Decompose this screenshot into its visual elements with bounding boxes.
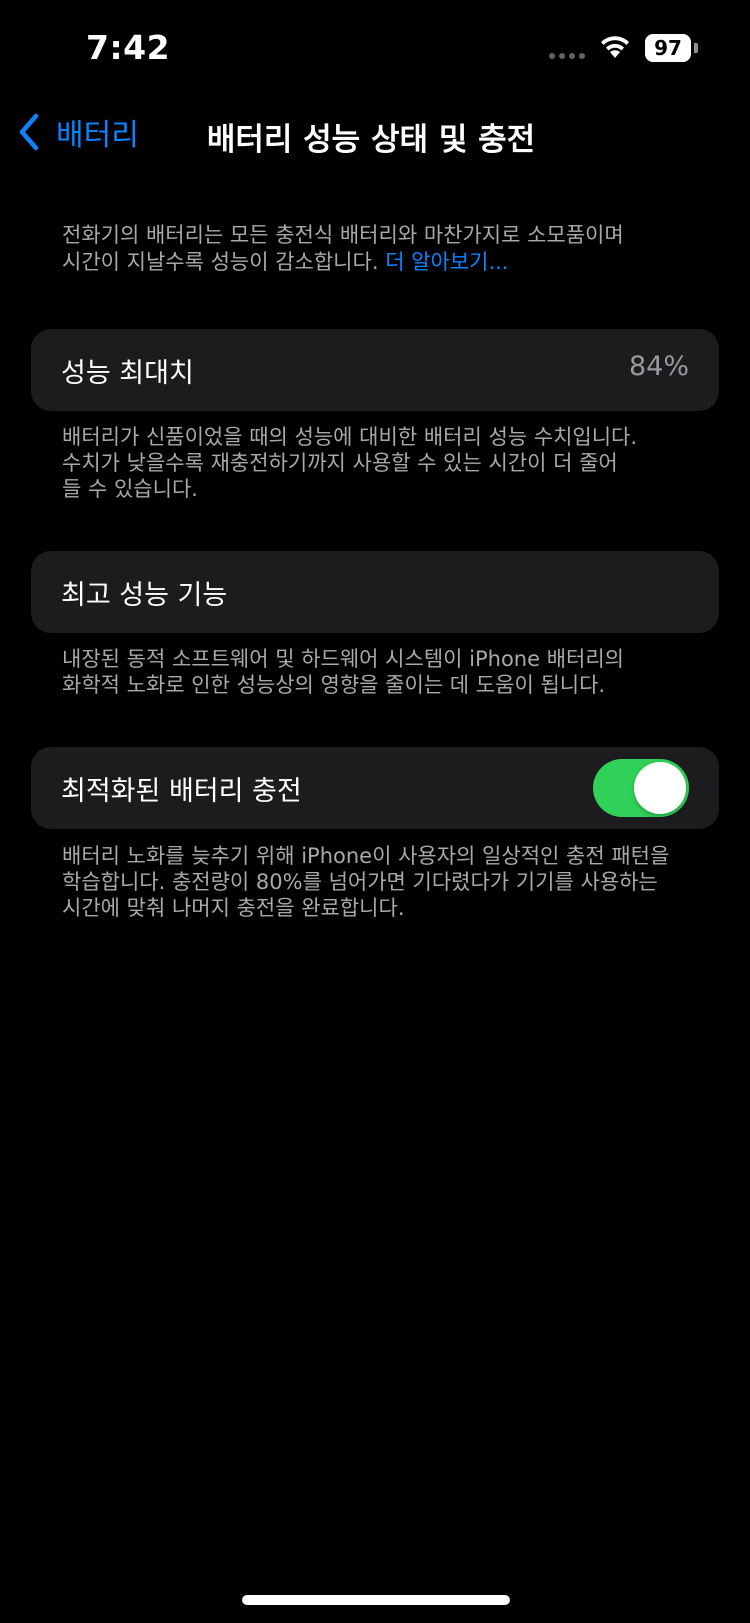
maximum-capacity-footer-line: 배터리가 신품이었을 때의 성능에 대비한 배터리 성능 수치입니다. bbox=[62, 425, 638, 449]
optimized-charging-footer-line: 학습합니다. 충전량이 80%를 넘어가면 기다렸다가 기기를 사용하는 bbox=[62, 870, 658, 894]
page-title-text: 배터리 성능 상태 및 충전 bbox=[206, 122, 536, 158]
page-title: 배터리 성능 상태 및 충전 bbox=[0, 114, 750, 159]
peak-performance-footer-line: 화학적 노화로 인한 성능상의 영향을 줄이는 데 도움이 됩니다. bbox=[62, 673, 606, 697]
battery-level: 97 bbox=[645, 34, 691, 62]
peak-performance-cell: 최고 성능 기능 bbox=[31, 551, 719, 633]
signal-dots-icon bbox=[549, 53, 585, 59]
maximum-capacity-footer-line: 들 수 있습니다. bbox=[62, 477, 198, 501]
optimized-charging-cell: 최적화된 배터리 충전 bbox=[31, 747, 719, 829]
intro-line-2: 시간이 지날수록 성능이 감소합니다. 더 알아보기... bbox=[62, 249, 702, 276]
peak-performance-label: 최고 성능 기능 bbox=[61, 580, 228, 611]
maximum-capacity-footer-line: 수치가 낮을수록 재충전하기까지 사용할 수 있는 시간이 더 줄어 bbox=[62, 451, 618, 475]
maximum-capacity-value: 84% bbox=[628, 351, 689, 382]
learn-more-link[interactable]: 더 알아보기... bbox=[385, 250, 508, 274]
optimized-charging-label: 최적화된 배터리 충전 bbox=[61, 776, 302, 807]
battery-icon: 97 bbox=[645, 34, 698, 62]
nav-bar: 배터리 배터리 성능 상태 및 충전 bbox=[0, 100, 750, 164]
optimized-charging-footer-line: 시간에 맞춰 나머지 충전을 완료합니다. bbox=[62, 896, 405, 920]
maximum-capacity-footer: 배터리가 신품이었을 때의 성능에 대비한 배터리 성능 수치입니다. 수치가 … bbox=[62, 424, 712, 502]
peak-performance-footer: 내장된 동적 소프트웨어 및 하드웨어 시스템이 iPhone 배터리의 화학적… bbox=[62, 646, 712, 698]
optimized-charging-toggle[interactable] bbox=[593, 759, 689, 817]
intro-text: 전화기의 배터리는 모든 충전식 배터리와 마찬가지로 소모품이며 시간이 지날… bbox=[62, 222, 702, 276]
status-bar: 7:42 97 bbox=[0, 0, 750, 100]
maximum-capacity-cell: 성능 최대치 84% bbox=[31, 329, 719, 411]
wifi-icon bbox=[601, 36, 629, 58]
intro-line-1: 전화기의 배터리는 모든 충전식 배터리와 마찬가지로 소모품이며 bbox=[62, 223, 624, 247]
home-indicator[interactable] bbox=[242, 1595, 510, 1605]
maximum-capacity-label: 성능 최대치 bbox=[61, 358, 194, 389]
toggle-knob bbox=[634, 762, 686, 814]
intro-line-2-text: 시간이 지날수록 성능이 감소합니다. bbox=[62, 250, 379, 274]
optimized-charging-footer: 배터리 노화를 늦추기 위해 iPhone이 사용자의 일상적인 충전 패턴을 … bbox=[62, 843, 712, 921]
status-time: 7:42 bbox=[86, 28, 171, 67]
optimized-charging-footer-line: 배터리 노화를 늦추기 위해 iPhone이 사용자의 일상적인 충전 패턴을 bbox=[62, 844, 670, 868]
battery-tip bbox=[694, 43, 698, 53]
peak-performance-footer-line: 내장된 동적 소프트웨어 및 하드웨어 시스템이 iPhone 배터리의 bbox=[62, 647, 624, 671]
